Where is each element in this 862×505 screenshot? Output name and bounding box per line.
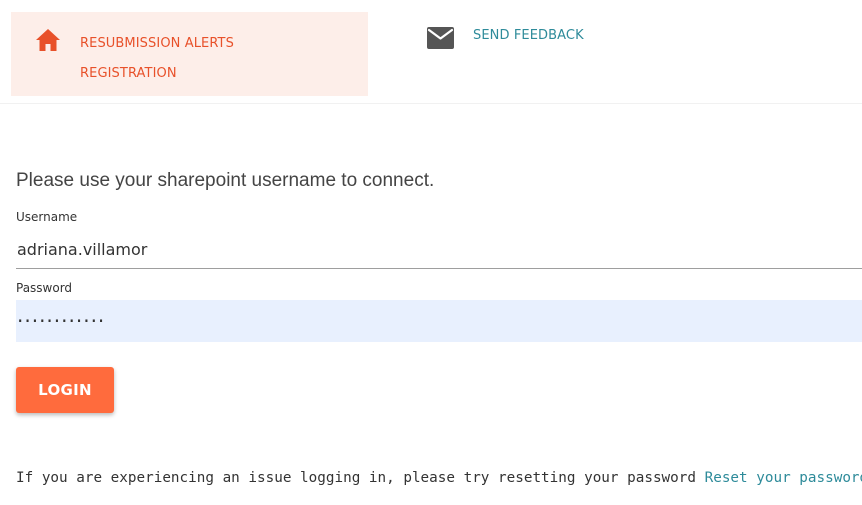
- password-label: Password: [16, 281, 73, 295]
- mail-icon: [427, 27, 454, 49]
- username-input[interactable]: [16, 231, 862, 269]
- password-input[interactable]: [16, 300, 862, 342]
- reset-password-help-text: If you are experiencing an issue logging…: [16, 470, 696, 486]
- reset-password-help: If you are experiencing an issue logging…: [16, 470, 862, 486]
- nav-send-feedback-label: SEND FEEDBACK: [473, 28, 584, 43]
- nav-resubmission-alerts-label: RESUBMISSION ALERTS REGISTRATION: [80, 36, 234, 81]
- nav-resubmission-alerts-registration[interactable]: RESUBMISSION ALERTS REGISTRATION: [11, 12, 368, 96]
- home-icon: [35, 28, 61, 52]
- reset-password-link[interactable]: Reset your password: [705, 470, 862, 486]
- login-instructions: Please use your sharepoint username to c…: [16, 170, 435, 191]
- nav-send-feedback[interactable]: SEND FEEDBACK: [427, 24, 667, 56]
- top-navigation: RESUBMISSION ALERTS REGISTRATION SEND FE…: [0, 0, 862, 104]
- username-label: Username: [16, 210, 78, 224]
- login-button[interactable]: LOGIN: [16, 367, 114, 413]
